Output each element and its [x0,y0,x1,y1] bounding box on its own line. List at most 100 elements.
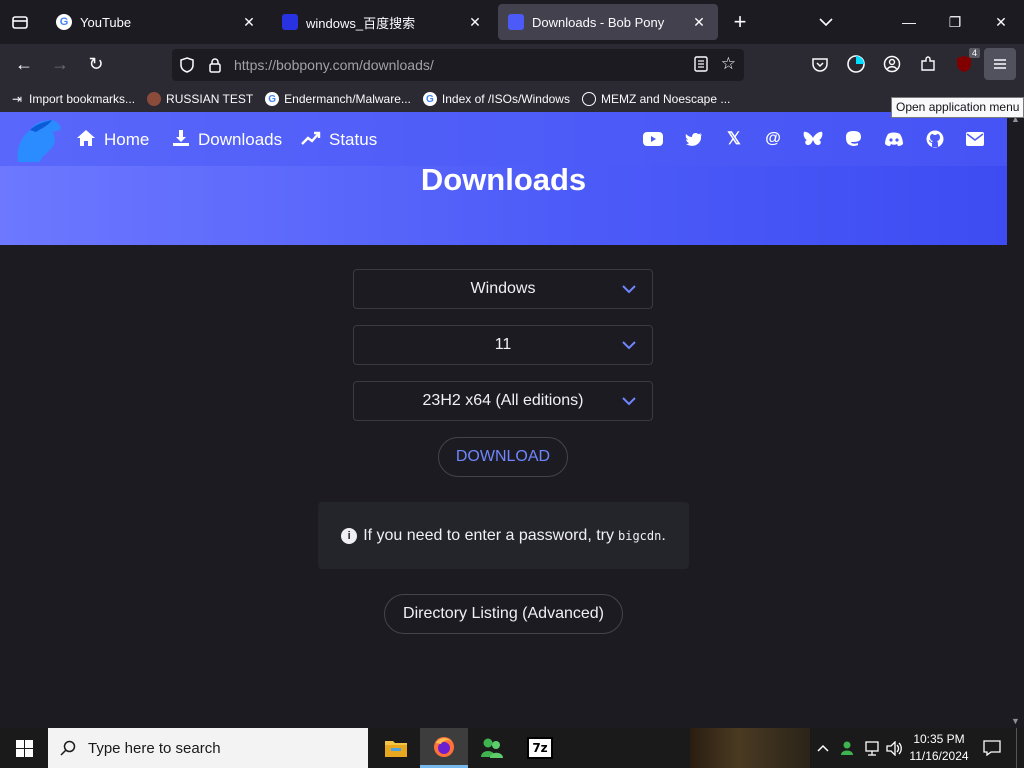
taskbar-clock[interactable]: 10:35 PM 11/16/2024 [904,731,974,765]
tray-overflow-chevron-icon[interactable] [813,738,833,758]
os-select[interactable]: Windows [353,269,653,309]
show-desktop-button[interactable] [1016,728,1024,768]
google-icon: G [56,14,72,30]
bobpony-icon [508,14,524,30]
page-scrollbar[interactable]: ▲ ▼ [1007,112,1024,728]
bluesky-icon[interactable] [802,128,824,150]
chevron-down-icon [622,341,636,350]
bookmark-endermanch[interactable]: G Endermanch/Malware... [265,92,411,106]
bookmarks-toolbar: ⇥ Import bookmarks... RUSSIAN TEST G End… [0,86,1024,112]
nav-home-label: Home [104,130,150,149]
import-icon: ⇥ [11,92,23,106]
chevron-down-icon [622,397,636,406]
close-icon[interactable]: ✕ [690,14,708,31]
search-icon [48,740,88,756]
tab-downloads[interactable]: Downloads - Bob Pony ✕ [498,4,718,40]
bookmark-label: Import bookmarks... [29,92,136,106]
github-icon[interactable] [924,128,946,150]
threads-icon[interactable]: @ [762,128,784,150]
download-button[interactable]: DOWNLOAD [438,437,568,477]
action-center-icon[interactable] [980,738,1004,758]
baidu-icon [282,14,298,30]
firefox-taskbar-icon[interactable] [420,728,468,768]
home-icon [76,129,96,152]
bookmark-index-isos[interactable]: G Index of /ISOs/Windows [422,92,570,106]
clock-time: 10:35 PM [913,732,965,746]
mail-icon[interactable] [964,128,986,150]
directory-listing-button[interactable]: Directory Listing (Advanced) [384,594,623,634]
discord-icon[interactable] [883,128,905,150]
search-placeholder: Type here to search [88,739,221,757]
nav-home[interactable]: Home [76,126,149,154]
nav-downloads-label: Downloads [198,130,283,149]
tab-label: windows_百度搜索 [306,15,416,31]
hamburger-menu-icon[interactable] [984,48,1016,80]
reload-icon[interactable]: ↻ [80,48,112,80]
ublock-origin-icon[interactable]: 4 [948,48,980,80]
bookmark-label: Endermanch/Malware... [284,92,411,106]
tab-overview-icon[interactable] [4,6,36,38]
lock-icon[interactable] [202,57,228,73]
messenger-taskbar-icon[interactable] [468,728,516,768]
ublock-badge: 4 [968,48,980,58]
file-explorer-icon[interactable] [372,728,420,768]
nav-downloads[interactable]: Downloads [172,126,282,154]
messenger-tray-icon[interactable] [837,738,857,758]
list-tabs-chevron-icon[interactable] [803,0,849,44]
page-title: Downloads [420,162,587,197]
sync-status-icon[interactable] [840,48,872,80]
back-arrow-icon[interactable]: ← [8,48,40,80]
globe-icon [581,92,596,106]
scroll-down-icon[interactable]: ▼ [1011,716,1020,726]
window-close-icon[interactable]: ✕ [978,0,1024,44]
youtube-icon[interactable] [642,128,664,150]
tab-label: YouTube [80,14,132,30]
taskbar-background-art [690,728,810,768]
bookmark-import[interactable]: ⇥ Import bookmarks... [10,92,135,106]
info-icon: i [341,527,358,544]
close-icon[interactable]: ✕ [240,14,258,31]
nav-status[interactable]: Status [301,126,377,154]
bobpony-logo[interactable] [12,116,64,166]
7zip-taskbar-icon[interactable]: 7z [516,728,564,768]
notice-password-code: bigcdn [618,528,662,543]
tab-baidu[interactable]: windows_百度搜索 ✕ [272,4,494,40]
extensions-puzzle-icon[interactable] [912,48,944,80]
tab-youtube[interactable]: G YouTube ✕ [46,4,268,40]
shield-icon[interactable] [172,57,202,73]
build-select[interactable]: 23H2 x64 (All editions) [353,381,653,421]
mastodon-icon[interactable] [842,128,864,150]
version-select-value: 11 [494,336,512,353]
notice-period: . [661,526,666,544]
windows-start-icon[interactable] [0,728,48,768]
google-icon: G [422,92,437,106]
reader-view-icon[interactable] [694,56,708,75]
google-icon: G [265,92,280,106]
pocket-icon[interactable] [804,48,836,80]
chevron-down-icon [622,285,636,294]
account-icon[interactable] [876,48,908,80]
version-select[interactable]: 11 [353,325,653,365]
twitter-icon[interactable] [683,128,705,150]
build-select-value: 23H2 x64 (All editions) [422,392,584,409]
bookmark-memz[interactable]: MEMZ and Noescape ... [581,92,731,106]
taskbar-search-input[interactable]: Type here to search [48,728,368,768]
minimize-icon[interactable]: — [886,0,932,44]
bookmark-russian-test[interactable]: RUSSIAN TEST [147,92,253,106]
x-icon[interactable]: 𝕏 [723,128,745,150]
bookmark-star-icon[interactable]: ☆ [721,54,736,74]
tooltip: Open application menu [891,97,1024,118]
new-tab-icon[interactable]: + [717,0,763,44]
nav-status-label: Status [329,130,378,149]
volume-icon[interactable] [884,738,904,758]
bookmark-label: MEMZ and Noescape ... [600,92,731,106]
forward-arrow-icon[interactable]: → [44,48,76,80]
notice-text: If you need to enter a password, try [363,526,614,544]
address-bar[interactable]: https://bobpony.com /downloads/ ☆ [172,49,744,81]
magnifier-icon [147,92,162,106]
close-icon[interactable]: ✕ [466,14,484,31]
restore-icon[interactable]: ❐ [932,0,978,44]
network-icon[interactable] [861,738,881,758]
tab-label: Downloads - Bob Pony [532,14,665,30]
clock-date: 11/16/2024 [909,749,969,763]
